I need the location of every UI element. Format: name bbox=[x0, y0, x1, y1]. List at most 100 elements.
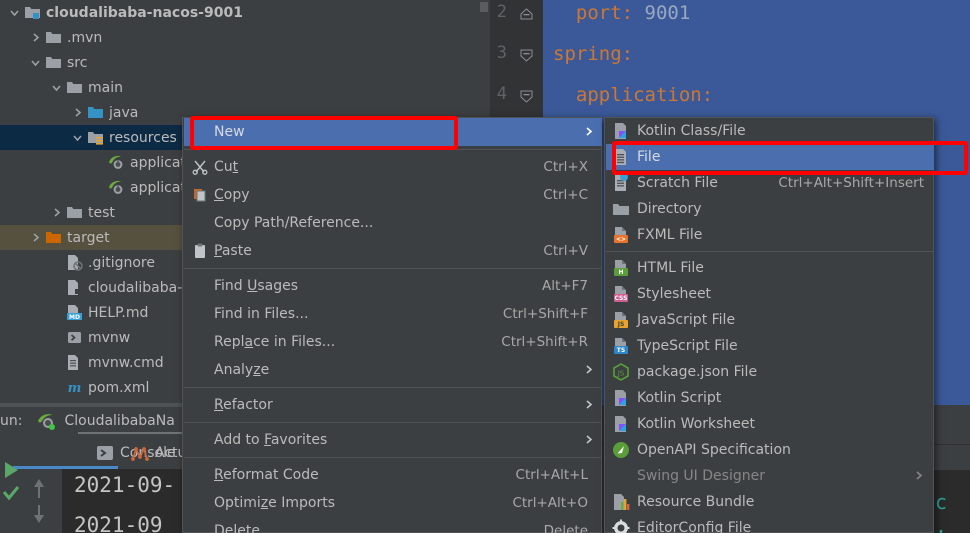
submenu-separator bbox=[606, 251, 934, 252]
context-menu-item-label: Replace in Files... bbox=[214, 334, 336, 350]
new-submenu-item-javascript-file[interactable]: JS JavaScript File bbox=[606, 307, 934, 333]
context-menu-item-delete[interactable]: Delete... Delete bbox=[184, 517, 602, 533]
submenu-chevron-icon bbox=[582, 125, 594, 139]
menu-separator bbox=[184, 387, 602, 388]
context-menu-item-refactor[interactable]: Refactor bbox=[184, 391, 602, 419]
openapi-icon bbox=[612, 441, 630, 459]
context-menu-item-analyze[interactable]: Analyze bbox=[184, 356, 602, 384]
chevron-down-icon[interactable] bbox=[29, 56, 42, 69]
resource-bundle-icon bbox=[612, 493, 630, 511]
new-submenu-item-label: JavaScript File bbox=[637, 312, 736, 328]
new-submenu-item-kotlin-worksheet[interactable]: Kotlin Worksheet bbox=[606, 411, 934, 437]
new-submenu-item-scratch-file[interactable]: Scratch File Ctrl+Alt+Shift+Insert bbox=[606, 170, 934, 196]
tree-row-label: src bbox=[67, 54, 88, 71]
context-menu[interactable]: New Cut Ctrl+X Copy Ctrl+C Copy Path/Referenc… bbox=[182, 117, 602, 533]
menu-icon-placeholder bbox=[192, 306, 208, 322]
run-label: un: bbox=[0, 413, 23, 429]
context-menu-item-label: Paste bbox=[214, 243, 252, 259]
submenu-chevron-icon bbox=[912, 469, 924, 483]
tree-row-label: HELP.md bbox=[88, 304, 149, 321]
markdown-file-icon: MD bbox=[66, 304, 83, 321]
new-submenu-item-label: TypeScript File bbox=[637, 338, 738, 354]
chevron-right-icon[interactable] bbox=[29, 231, 42, 244]
code-fold-handle[interactable] bbox=[520, 49, 533, 62]
console-icon bbox=[96, 445, 114, 461]
new-submenu-item-label: Kotlin Worksheet bbox=[637, 416, 755, 432]
context-menu-item-label: Copy Path/Reference... bbox=[214, 215, 374, 231]
kotlin-script-icon bbox=[612, 389, 630, 407]
tree-row[interactable]: main bbox=[0, 75, 490, 100]
new-submenu-item-kotlin-script[interactable]: Kotlin Script bbox=[606, 385, 934, 411]
twisty-placeholder bbox=[50, 331, 63, 344]
context-menu-item-copy-path-reference[interactable]: Copy Path/Reference... bbox=[184, 209, 602, 237]
menu-separator bbox=[184, 268, 602, 269]
new-submenu-item-package-json-file[interactable]: JS package.json File bbox=[606, 359, 934, 385]
run-side-toolbar[interactable] bbox=[0, 440, 24, 533]
clipboard-icon bbox=[192, 243, 208, 259]
code-line[interactable]: spring: bbox=[553, 43, 633, 65]
tree-row[interactable]: .mvn bbox=[0, 25, 490, 50]
ts-file-icon: TS bbox=[612, 337, 630, 355]
run-configuration-name[interactable]: CloudalibabaNa bbox=[64, 413, 174, 429]
chevron-down-icon[interactable] bbox=[50, 81, 63, 94]
chevron-right-icon[interactable] bbox=[71, 106, 84, 119]
chevron-right-icon[interactable] bbox=[50, 206, 63, 219]
context-menu-item-paste[interactable]: Paste Ctrl+V bbox=[184, 237, 602, 265]
twisty-placeholder bbox=[50, 381, 63, 394]
editorconfig-icon bbox=[612, 519, 630, 533]
tree-row-label: test bbox=[88, 204, 115, 221]
chevron-down-icon[interactable] bbox=[71, 131, 84, 144]
code-token: port bbox=[575, 2, 622, 24]
context-menu-item-cut[interactable]: Cut Ctrl+X bbox=[184, 153, 602, 181]
context-menu-item-reformat-code[interactable]: Reformat Code Ctrl+Alt+L bbox=[184, 461, 602, 489]
maven-file-icon: m bbox=[66, 379, 83, 396]
code-line[interactable]: port: 9001 bbox=[553, 2, 690, 24]
context-menu-item-new[interactable]: New bbox=[184, 118, 602, 146]
tree-row[interactable]: cloudalibaba-nacos-9001 bbox=[0, 0, 490, 25]
tab-actuator[interactable]: Actu bbox=[131, 437, 186, 469]
context-menu-item-copy[interactable]: Copy Ctrl+C bbox=[184, 181, 602, 209]
context-menu-item-find-in-files[interactable]: Find in Files... Ctrl+Shift+F bbox=[184, 300, 602, 328]
new-submenu-item-openapi-specification[interactable]: OpenAPI Specification bbox=[606, 437, 934, 463]
code-fold-handle[interactable] bbox=[520, 90, 533, 103]
submenu-icon-placeholder bbox=[612, 467, 630, 485]
code-fold-handle[interactable] bbox=[520, 8, 533, 21]
context-menu-item-add-to-favorites[interactable]: Add to Favorites bbox=[184, 426, 602, 454]
new-submenu-item-label: Directory bbox=[637, 201, 702, 217]
tree-row-label: mvnw.cmd bbox=[88, 354, 164, 371]
console-scroll-arrows[interactable] bbox=[22, 469, 62, 533]
chevron-down-icon[interactable] bbox=[8, 6, 21, 19]
folder-icon bbox=[45, 29, 62, 46]
new-submenu-item-file[interactable]: File bbox=[606, 144, 934, 170]
svg-text:MD: MD bbox=[69, 314, 80, 321]
ide-window: 234 port: 9001spring: application:on.0. … bbox=[0, 0, 970, 533]
context-menu-item-find-usages[interactable]: Find Usages Alt+F7 bbox=[184, 272, 602, 300]
new-submenu-item-typescript-file[interactable]: TS TypeScript File bbox=[606, 333, 934, 359]
js-file-icon: JS bbox=[612, 311, 630, 329]
actuator-icon bbox=[131, 445, 149, 461]
context-menu-item-label: Reformat Code bbox=[214, 467, 319, 483]
new-submenu-item-editorconfig-file[interactable]: EditorConfig File bbox=[606, 515, 934, 533]
new-submenu-item-stylesheet[interactable]: CSS Stylesheet bbox=[606, 281, 934, 307]
new-submenu-item-resource-bundle[interactable]: Resource Bundle bbox=[606, 489, 934, 515]
tree-row[interactable]: src bbox=[0, 50, 490, 75]
context-menu-item-label: Find Usages bbox=[214, 278, 299, 294]
context-menu-item-replace-in-files[interactable]: Replace in Files... Ctrl+Shift+R bbox=[184, 328, 602, 356]
new-submenu[interactable]: Kotlin Class/File File Scratch File Ctrl+Al… bbox=[604, 117, 934, 533]
tree-row-label: target bbox=[67, 229, 110, 246]
twisty-placeholder bbox=[50, 356, 63, 369]
tree-row-label: .mvn bbox=[67, 29, 103, 46]
new-submenu-item-fxml-file[interactable]: <> FXML File bbox=[606, 222, 934, 248]
new-submenu-item-directory[interactable]: Directory bbox=[606, 196, 934, 222]
menu-separator bbox=[184, 457, 602, 458]
new-submenu-item-label: Stylesheet bbox=[637, 286, 712, 302]
menu-icon-placeholder bbox=[192, 467, 208, 483]
context-menu-item-optimize-imports[interactable]: Optimize Imports Ctrl+Alt+O bbox=[184, 489, 602, 517]
code-line[interactable]: application: bbox=[553, 84, 713, 106]
twisty-placeholder bbox=[92, 181, 105, 194]
chevron-right-icon[interactable] bbox=[29, 31, 42, 44]
new-submenu-item-kotlin-class-file[interactable]: Kotlin Class/File bbox=[606, 118, 934, 144]
context-menu-item-shortcut: Ctrl+X bbox=[543, 159, 588, 175]
context-menu-item-shortcut: Ctrl+Shift+R bbox=[501, 334, 588, 350]
new-submenu-item-html-file[interactable]: H HTML File bbox=[606, 255, 934, 281]
